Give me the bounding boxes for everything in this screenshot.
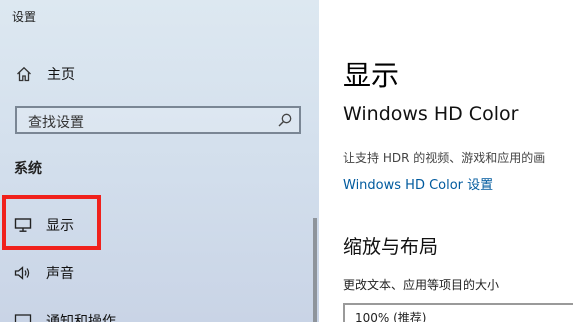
nav-home-label: 主页 — [47, 67, 75, 83]
search-placeholder: 查找设置 — [28, 115, 84, 131]
home-icon — [16, 66, 32, 82]
nav-item-notifications[interactable]: 通知和操作 — [14, 309, 116, 322]
search-input[interactable]: 查找设置 — [15, 106, 301, 134]
nav-scrollbar[interactable] — [313, 218, 317, 322]
settings-window: 设置 主页 查找设置 系统 显示 声音 通知和操作 显示 Windows HD … — [0, 0, 573, 322]
speaker-icon — [14, 265, 32, 281]
nav-section-label: 系统 — [14, 161, 42, 177]
hd-color-settings-link[interactable]: Windows HD Color 设置 — [343, 174, 493, 193]
hd-color-description: 让支持 HDR 的视频、游戏和应用的画 — [343, 151, 546, 165]
nav-item-sound[interactable]: 声音 — [14, 261, 74, 285]
nav-home[interactable]: 主页 — [16, 63, 75, 85]
app-title: 设置 — [12, 10, 37, 24]
scale-dropdown[interactable]: 100% (推荐) — [343, 303, 573, 322]
search-icon[interactable] — [277, 112, 293, 128]
notification-icon — [14, 313, 32, 322]
navigation-pane: 设置 主页 查找设置 系统 显示 声音 通知和操作 — [0, 0, 319, 322]
page-title: 显示 — [343, 59, 400, 92]
scale-dropdown-value: 100% (推荐) — [355, 311, 427, 322]
nav-item-sound-label: 声音 — [46, 266, 74, 282]
highlight-annotation-box — [2, 195, 101, 250]
scale-layout-heading: 缩放与布局 — [343, 236, 439, 258]
hd-color-heading: Windows HD Color — [343, 103, 519, 125]
nav-item-notifications-label: 通知和操作 — [46, 314, 116, 322]
scale-field-label: 更改文本、应用等项目的大小 — [343, 278, 500, 292]
content-pane: 显示 Windows HD Color 让支持 HDR 的视频、游戏和应用的画 … — [319, 0, 573, 322]
